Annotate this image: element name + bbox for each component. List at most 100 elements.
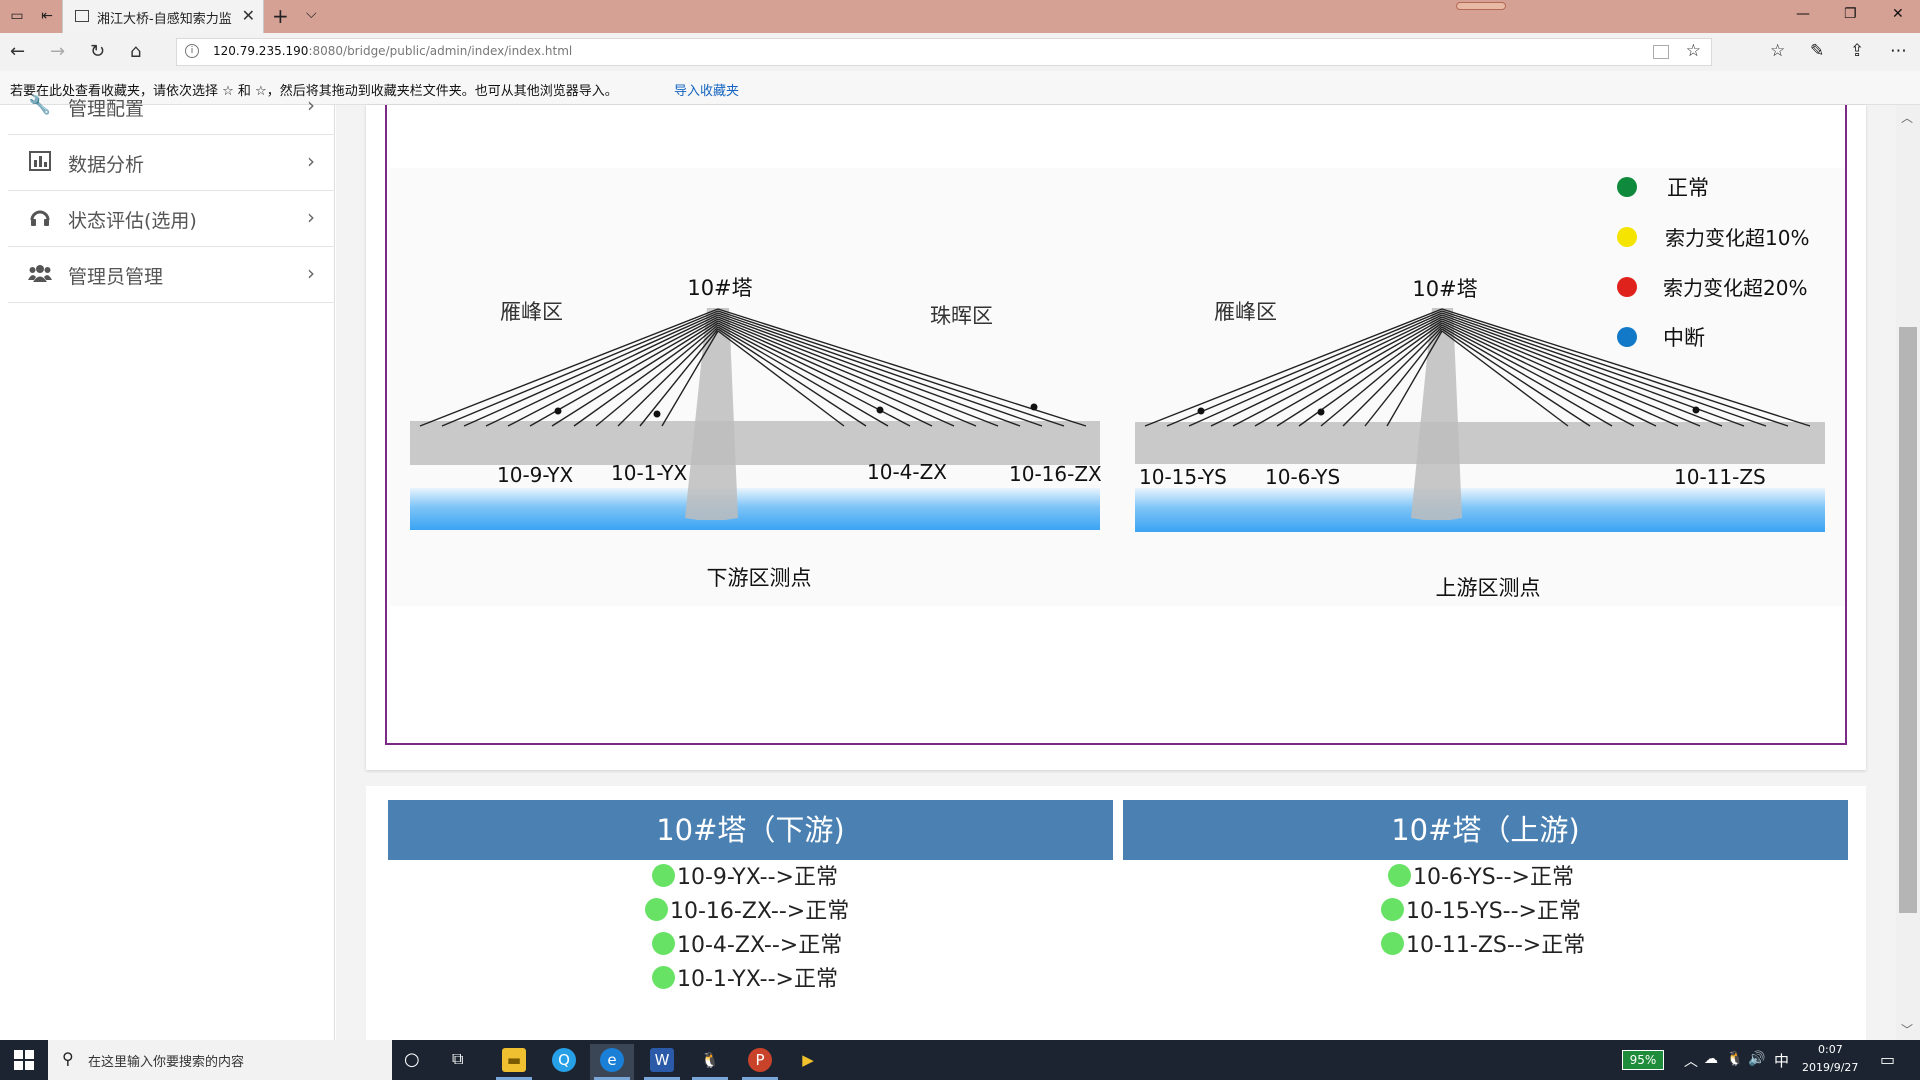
address-bar[interactable]: i 120.79.235.190:8080/bridge/public/admi… [176,38,1712,66]
sidebar-item-config[interactable]: 🔧 管理配置 › [8,79,335,135]
cables-right [1144,308,1811,427]
qq-tray-icon[interactable]: 🐧 [1726,1051,1743,1067]
sidebar-item-label: 管理配置 [68,98,145,120]
browser-titlebar: ▭ ⇤ 湘江大桥-自感知索力监 ✕ + ⌵ — ❐ ✕ [0,0,1920,33]
diagram-caption: 下游区测点 [707,566,812,590]
legend-label: 索力变化超20% [1663,276,1807,300]
upstream-header: 10#塔（上游) [1123,800,1848,860]
file-explorer-icon[interactable]: ▬ [492,1044,536,1080]
clock-date[interactable]: 2019/9/27 [1802,1061,1858,1074]
bar-chart-icon [28,151,52,173]
legend-dot-20pct [1617,277,1637,297]
forward-icon[interactable]: → [50,41,65,62]
page-scrollbar[interactable]: ︿ ﹀ [1896,105,1920,1040]
powerpoint-icon[interactable]: P [738,1044,782,1080]
favorite-star-icon[interactable]: ☆ [1686,41,1701,61]
status-row: 10-9-YX-->正常 [652,862,838,894]
word-icon[interactable]: W [640,1044,684,1080]
share-icon[interactable]: ⇪ [1850,41,1864,61]
new-tab-icon[interactable]: + [272,4,289,28]
tray-chevron-icon[interactable]: ︿ [1684,1051,1698,1071]
zone-label: 雁峰区 [500,300,563,324]
legend-dot-interrupted [1617,327,1637,347]
legend-label: 正常 [1667,176,1709,200]
status-row: 10-11-ZS-->正常 [1381,930,1585,962]
zone-label: 雁峰区 [1214,300,1277,324]
search-icon: ⚲ [62,1049,74,1068]
status-row: 10-4-ZX-->正常 [652,930,842,962]
status-dot [1381,898,1404,921]
legend-label: 中断 [1663,326,1705,350]
restore-icon[interactable]: ❐ [1844,6,1857,22]
search-placeholder: 在这里输入你要搜索的内容 [88,1055,245,1070]
downstream-bridge [410,308,1100,530]
scroll-thumb[interactable] [1899,327,1917,913]
sidebar: 🔧 管理配置 › 数据分析 › 状态评估(选用) › 管理员管理 › [8,93,335,1040]
site-info-icon[interactable]: i [185,44,199,58]
users-icon [28,263,52,285]
close-window-icon[interactable]: ✕ [1892,6,1904,22]
legend-dot-10pct [1617,227,1637,247]
cortana-icon[interactable]: ○ [404,1049,420,1070]
window-drag-handle[interactable] [1456,2,1506,10]
cloud-icon[interactable]: ☁ [1704,1051,1718,1067]
status-row: 10-1-YX-->正常 [652,964,838,996]
sensor-label: 10-4-ZX [867,460,947,484]
sensor-marker [653,410,661,418]
ime-indicator[interactable]: 中 [1774,1050,1789,1071]
deck-right [1135,422,1825,464]
sensor-marker [1692,406,1700,414]
legend-label: 索力变化超10% [1665,226,1809,250]
sensor-marker [1030,403,1038,411]
water-right [1135,488,1825,532]
refresh-icon[interactable]: ↻ [90,41,105,62]
sidebar-item-label: 状态评估(选用) [68,210,197,232]
qq-icon[interactable]: 🐧 [688,1044,732,1080]
address-toolbar: ← → ↻ ⌂ i 120.79.235.190:8080/bridge/pub… [0,33,1920,71]
close-tab-icon[interactable]: ✕ [242,6,255,25]
status-dot [1381,932,1404,955]
downstream-header: 10#塔（下游) [388,800,1113,860]
set-aside-tabs-icon[interactable]: ⇤ [38,7,56,25]
sensor-marker [876,406,884,414]
water-left [410,488,1100,530]
sidebar-item-state-eval[interactable]: 状态评估(选用) › [8,191,335,247]
sensor-label: 10-16-ZX [1009,462,1102,486]
sensor-label: 10-1-YX [611,461,687,485]
notification-icon[interactable]: ▭ [1880,1050,1895,1069]
status-row: 10-15-YS-->正常 [1381,896,1581,928]
tab-actions-icon[interactable]: ▭ [8,7,26,25]
task-view-icon[interactable]: ⧉ [452,1049,463,1069]
browser-tab[interactable]: 湘江大桥-自感知索力监 ✕ [62,0,264,33]
volume-icon[interactable]: 🔊 [1748,1051,1765,1067]
tower-label: 10#塔 [1412,277,1477,301]
more-icon[interactable]: ⋯ [1890,41,1907,61]
sidebar-item-admin-manage[interactable]: 管理员管理 › [8,247,335,303]
taskbar-search[interactable]: ⚲ 在这里输入你要搜索的内容 [48,1040,392,1080]
media-player-icon[interactable]: ▶ [786,1044,830,1080]
battery-indicator[interactable]: 95% [1622,1050,1664,1070]
browser-q-icon[interactable]: Q [542,1044,586,1080]
chevron-right-icon: › [307,93,315,117]
home-icon[interactable]: ⌂ [130,41,141,62]
reading-view-icon[interactable] [1653,45,1669,59]
tab-menu-chevron-icon[interactable]: ⌵ [306,6,317,22]
scroll-up-icon[interactable]: ︿ [1901,109,1913,126]
favorites-hub-icon[interactable]: ☆ [1770,41,1785,61]
url-text[interactable]: 120.79.235.190:8080/bridge/public/admin/… [213,44,572,58]
pen-icon[interactable]: ✎ [1810,41,1824,61]
page-icon [75,10,89,22]
sidebar-item-data-analysis[interactable]: 数据分析 › [8,135,335,191]
import-favorites-link[interactable]: 导入收藏夹 [674,80,739,99]
edge-icon[interactable]: e [590,1044,634,1080]
tab-title: 湘江大桥-自感知索力监 [97,12,232,27]
back-icon[interactable]: ← [10,41,25,62]
status-dot [645,898,668,921]
status-row: 10-16-ZX-->正常 [645,896,849,928]
clock-time[interactable]: 0:07 [1818,1043,1843,1056]
minimize-icon[interactable]: — [1796,6,1810,22]
scroll-down-icon[interactable]: ﹀ [1901,1021,1913,1038]
status-dot [652,932,675,955]
windows-start-icon[interactable] [14,1050,34,1070]
taskbar: ⚲ 在这里输入你要搜索的内容 ○ ⧉ ▬ Q e W 🐧 P ▶ 95% ︿ ☁… [0,1040,1920,1080]
